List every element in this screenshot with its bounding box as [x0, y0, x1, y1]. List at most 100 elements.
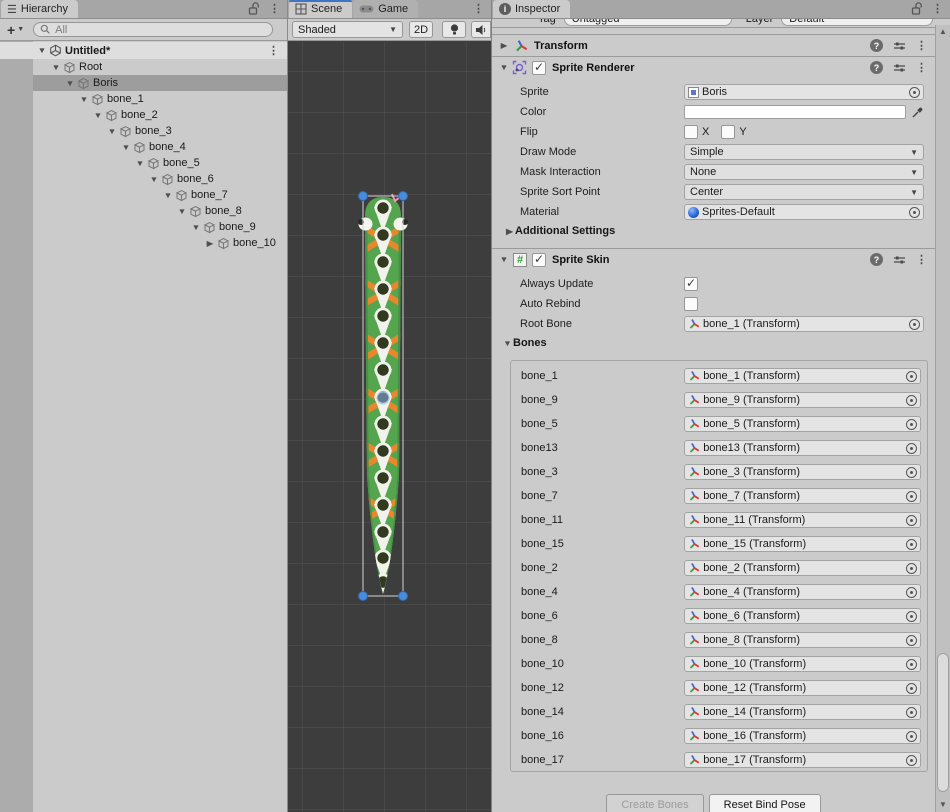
object-picker-icon[interactable]: [906, 467, 917, 478]
foldout-arrow-icon[interactable]: ▼: [189, 223, 202, 232]
inspector-scrollbar[interactable]: ▲ ▼: [935, 25, 950, 812]
boris-sprite[interactable]: [348, 186, 418, 606]
object-picker-icon[interactable]: [906, 659, 917, 670]
object-picker-icon[interactable]: [906, 683, 917, 694]
bone-transform-field[interactable]: bone_17 (Transform): [684, 752, 921, 768]
hierarchy-tree-item[interactable]: ▼ bone_7: [0, 187, 287, 203]
object-picker-icon[interactable]: [909, 87, 920, 98]
bone-transform-field[interactable]: bone_11 (Transform): [684, 512, 921, 528]
hierarchy-menu-icon[interactable]: ⋮: [269, 4, 280, 14]
flip-y-checkbox[interactable]: [721, 125, 735, 139]
hierarchy-tree-item[interactable]: ▼ bone_3: [0, 123, 287, 139]
component-menu-icon[interactable]: ⋮: [916, 63, 927, 73]
scrollbar-thumb[interactable]: [937, 653, 949, 792]
hierarchy-tree-item[interactable]: ▼ Boris: [0, 75, 287, 91]
component-enabled-checkbox[interactable]: [532, 253, 546, 267]
foldout-arrow-icon[interactable]: ▼: [497, 255, 510, 264]
bone-transform-field[interactable]: bone_7 (Transform): [684, 488, 921, 504]
tab-inspector[interactable]: i Inspector: [493, 0, 570, 18]
object-picker-icon[interactable]: [906, 515, 917, 526]
object-picker-icon[interactable]: [906, 707, 917, 718]
foldout-arrow-icon[interactable]: ▼: [501, 339, 513, 348]
object-picker-icon[interactable]: [906, 371, 917, 382]
bone-transform-field[interactable]: bone_2 (Transform): [684, 560, 921, 576]
hierarchy-tree-item[interactable]: ▶ bone_10: [0, 235, 287, 251]
scene-audio-button[interactable]: [471, 21, 491, 38]
foldout-arrow-icon[interactable]: ▼: [497, 63, 510, 72]
object-picker-icon[interactable]: [906, 395, 917, 406]
hierarchy-tree-item[interactable]: ▼ bone_9: [0, 219, 287, 235]
bone-transform-field[interactable]: bone_12 (Transform): [684, 680, 921, 696]
object-picker-icon[interactable]: [906, 491, 917, 502]
draw-mode-dropdown[interactable]: Simple ▼: [684, 144, 924, 160]
tab-game[interactable]: Game: [353, 0, 418, 18]
scene-viewport[interactable]: [288, 42, 491, 812]
bone-transform-field[interactable]: bone_6 (Transform): [684, 608, 921, 624]
bone-transform-field[interactable]: bone_8 (Transform): [684, 632, 921, 648]
hierarchy-tree-item[interactable]: ▼ bone_4: [0, 139, 287, 155]
object-picker-icon[interactable]: [909, 319, 920, 330]
lock-icon[interactable]: [911, 2, 923, 16]
foldout-arrow-icon[interactable]: ▶: [203, 239, 216, 248]
component-enabled-checkbox[interactable]: [532, 61, 546, 75]
sprite-skin-component-header[interactable]: ▼ # Sprite Skin ? ⋮: [492, 248, 935, 270]
bone-transform-field[interactable]: bone_14 (Transform): [684, 704, 921, 720]
bone-transform-field[interactable]: bone13 (Transform): [684, 440, 921, 456]
mask-interaction-dropdown[interactable]: None ▼: [684, 164, 924, 180]
object-picker-icon[interactable]: [909, 207, 920, 218]
help-icon[interactable]: ?: [870, 61, 883, 74]
foldout-arrow-icon[interactable]: ▼: [161, 191, 174, 200]
foldout-arrow-icon[interactable]: ▼: [91, 111, 104, 120]
bone-transform-field[interactable]: bone_1 (Transform): [684, 368, 921, 384]
object-picker-icon[interactable]: [906, 443, 917, 454]
additional-settings-foldout[interactable]: ▶ Additional Settings: [492, 222, 935, 240]
hierarchy-tree-item[interactable]: ▼ bone_8: [0, 203, 287, 219]
scene-menu-icon[interactable]: ⋮: [268, 46, 279, 56]
bones-foldout[interactable]: ▼ Bones: [492, 334, 935, 352]
object-picker-icon[interactable]: [906, 539, 917, 550]
lock-icon[interactable]: [248, 2, 260, 16]
bone-transform-field[interactable]: bone_4 (Transform): [684, 584, 921, 600]
object-picker-icon[interactable]: [906, 635, 917, 646]
hierarchy-tree-item[interactable]: ▼ bone_6: [0, 171, 287, 187]
component-menu-icon[interactable]: ⋮: [916, 41, 927, 51]
inspector-menu-icon[interactable]: ⋮: [932, 4, 943, 14]
object-picker-icon[interactable]: [906, 731, 917, 742]
presets-icon[interactable]: [893, 62, 906, 74]
always-update-checkbox[interactable]: [684, 277, 698, 291]
foldout-arrow-icon[interactable]: ▼: [35, 46, 48, 55]
scrollbar-down-icon[interactable]: ▼: [936, 798, 950, 811]
object-picker-icon[interactable]: [906, 563, 917, 574]
foldout-arrow-icon[interactable]: ▼: [147, 175, 160, 184]
tab-scene[interactable]: Scene: [289, 0, 352, 18]
transform-component-header[interactable]: ▶ Transform ? ⋮: [492, 34, 935, 56]
help-icon[interactable]: ?: [870, 39, 883, 52]
hierarchy-tree-item[interactable]: ▼ bone_1: [0, 91, 287, 107]
presets-icon[interactable]: [893, 40, 906, 52]
layer-dropdown[interactable]: Default: [781, 19, 933, 26]
reset-bind-pose-button[interactable]: Reset Bind Pose: [709, 794, 821, 812]
foldout-arrow-icon[interactable]: ▶: [497, 41, 510, 50]
material-object-field[interactable]: Sprites-Default: [684, 204, 924, 220]
scene-menu-icon[interactable]: ⋮: [473, 4, 484, 14]
foldout-arrow-icon[interactable]: ▶: [503, 227, 515, 236]
tag-dropdown[interactable]: Untagged: [564, 19, 732, 26]
hierarchy-tree-item[interactable]: ▼ bone_2: [0, 107, 287, 123]
object-picker-icon[interactable]: [906, 611, 917, 622]
help-icon[interactable]: ?: [870, 253, 883, 266]
foldout-arrow-icon[interactable]: ▼: [175, 207, 188, 216]
object-picker-icon[interactable]: [906, 755, 917, 766]
color-swatch[interactable]: [684, 105, 906, 119]
sprite-renderer-component-header[interactable]: ▼ Sprite Renderer ? ⋮: [492, 56, 935, 78]
presets-icon[interactable]: [893, 254, 906, 266]
bone-transform-field[interactable]: bone_16 (Transform): [684, 728, 921, 744]
foldout-arrow-icon[interactable]: ▼: [105, 127, 118, 136]
bone-transform-field[interactable]: bone_5 (Transform): [684, 416, 921, 432]
bone-transform-field[interactable]: bone_3 (Transform): [684, 464, 921, 480]
foldout-arrow-icon[interactable]: ▼: [63, 79, 76, 88]
object-picker-icon[interactable]: [906, 419, 917, 430]
create-object-button[interactable]: + ▼: [7, 24, 24, 36]
root-bone-object-field[interactable]: bone_1 (Transform): [684, 316, 924, 332]
eyedropper-icon[interactable]: [911, 106, 924, 119]
object-picker-icon[interactable]: [906, 587, 917, 598]
